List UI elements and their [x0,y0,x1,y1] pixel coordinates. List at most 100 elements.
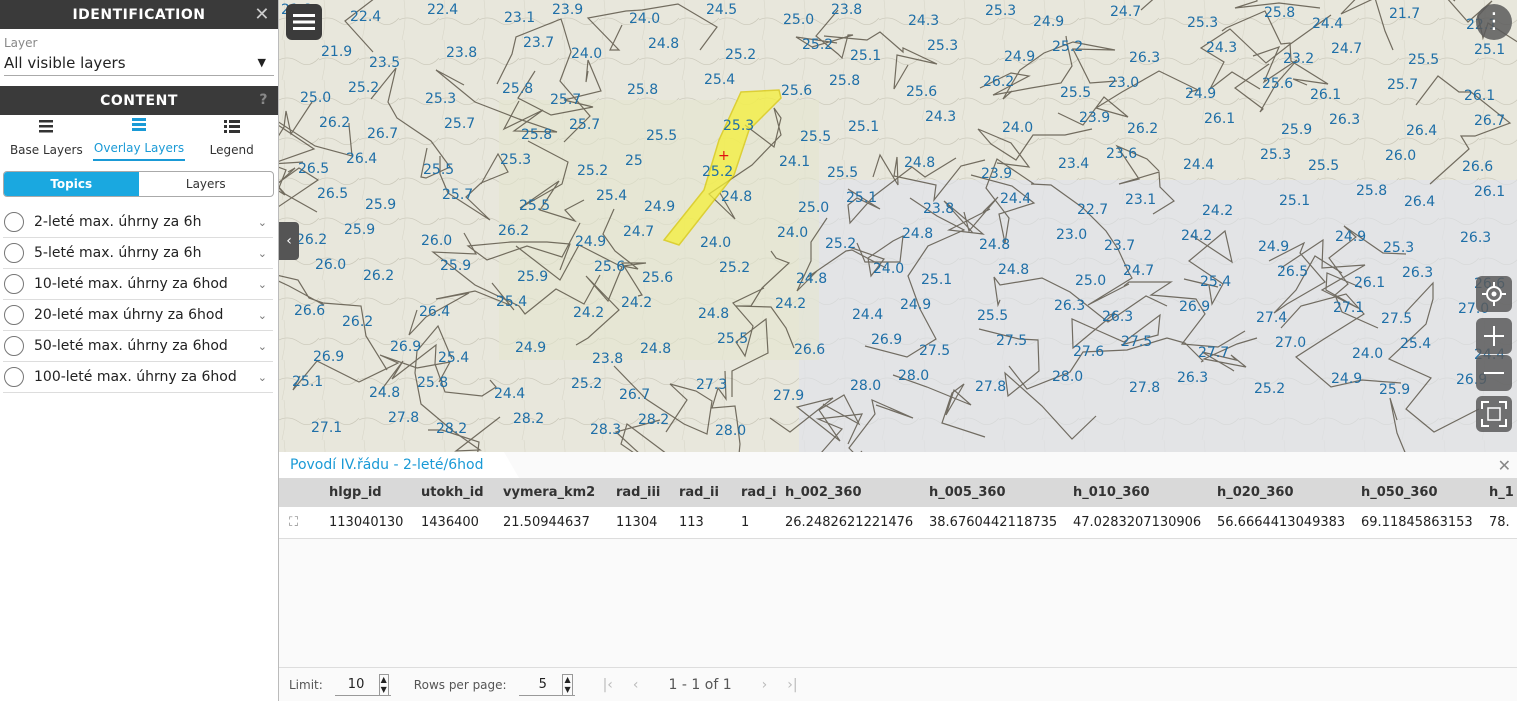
column-header[interactable]: rad_iii [616,485,679,500]
map-value-label: 24.2 [1202,203,1234,219]
column-header[interactable]: vymera_km2 [503,485,616,500]
map-value-label: 25.5 [1408,52,1440,68]
column-header[interactable]: h_010_360 [1073,485,1217,500]
map-value-label: 26.3 [1102,309,1134,325]
topic-item[interactable]: 10-leté max. úhrny za 6hod ⌄ [3,269,273,300]
map-value-label: 25.0 [1075,273,1107,289]
zoom-in-button[interactable] [1476,318,1512,354]
radio-button[interactable] [4,336,24,356]
tab-base-layers[interactable]: Base Layers [0,115,93,161]
layer-label: Layer [4,36,38,50]
segment-topics[interactable]: Topics [4,172,139,196]
chevron-down-icon[interactable]: ⌄ [258,309,267,322]
radio-button[interactable] [4,367,24,387]
radio-button[interactable] [4,274,24,294]
zoom-out-button[interactable] [1476,355,1512,391]
column-header[interactable]: h_050_360 [1361,485,1489,500]
chevron-down-icon[interactable]: ⌄ [258,278,267,291]
radio-button[interactable] [4,305,24,325]
map-value-label: 25.1 [921,272,953,288]
map-value-label: 24.9 [1185,86,1217,102]
map-value-label: 27.1 [311,420,343,436]
table-row[interactable]: ⛶ 113040130 1436400 21.50944637 11304 113 1 26.… [279,507,1517,539]
map-value-label: 23.1 [504,10,536,26]
map-value-label: 24.0 [873,261,905,277]
column-header[interactable]: h_005_360 [929,485,1073,500]
menu-button[interactable] [286,4,322,40]
map-value-label: 23.0 [1056,227,1088,243]
chevron-down-icon[interactable]: ⌄ [258,216,267,229]
column-header[interactable]: h_1 [1489,485,1517,500]
map-value-label: 24.9 [1258,239,1290,255]
topic-item[interactable]: 5-leté max. úhrny za 6h ⌄ [3,238,273,269]
spinner-arrows-icon[interactable]: ▲ ▼ [562,673,573,696]
map-value-label: 24.3 [1206,40,1238,56]
first-page-icon[interactable]: |‹ [603,677,613,693]
map-value-label: 24.8 [648,36,680,52]
map-value-label: 26.3 [1177,370,1209,386]
topic-label: 50-leté max. úhrny za 6hod [34,338,228,354]
topic-item[interactable]: 100-leté max. úhrny za 6hod ⌄ [3,362,273,393]
radio-button[interactable] [4,212,24,232]
locate-button[interactable] [1476,276,1512,312]
content-title: CONTENT [100,92,178,109]
map-value-label: 24.5 [706,2,738,18]
last-page-icon[interactable]: ›| [787,677,797,693]
close-icon[interactable]: ✕ [254,4,270,25]
chevron-down-icon[interactable]: ⌄ [258,371,267,384]
next-page-icon[interactable]: › [762,677,768,693]
map-value-label: 25.7 [550,92,582,108]
column-header[interactable]: rad_ii [679,485,741,500]
map-value-label: 24.9 [515,340,547,356]
map-value-label: 28.2 [436,421,468,437]
map-value-label: 27.8 [1129,380,1161,396]
map-value-label: 26.1 [1204,111,1236,127]
more-options-button[interactable]: ⋮ [1476,4,1512,40]
close-icon[interactable]: ✕ [1498,456,1511,475]
column-header[interactable]: h_002_360 [785,485,929,500]
map-value-label: 26.6 [1462,159,1494,175]
chevron-down-icon[interactable]: ⌄ [258,340,267,353]
chevron-down-icon[interactable]: ⌄ [258,247,267,260]
map-value-label: 25.4 [704,72,736,88]
map[interactable]: + 21.822.422.423.123.924.024.525.023.824… [279,0,1517,478]
map-value-label: 24.8 [369,385,401,401]
map-value-label: 25.8 [627,82,659,98]
prev-page-icon[interactable]: ‹ [633,677,639,693]
attribute-table-tab[interactable]: Povodí IV.řádu - 2-leté/6hod [279,452,519,478]
segment-layers[interactable]: Layers [139,172,274,196]
limit-input[interactable]: 10 ▲ ▼ [334,673,391,696]
spinner-arrows-icon[interactable]: ▲ ▼ [378,673,389,696]
column-header[interactable]: hlgp_id [329,485,421,500]
layer-select[interactable]: All visible layers ▼ [4,50,274,76]
map-value-label: 25.3 [1383,240,1415,256]
topic-item[interactable]: 20-leté max úhrny za 6hod ⌄ [3,300,273,331]
help-icon[interactable]: ? [259,92,268,108]
collapse-panel-button[interactable]: ‹ [279,222,299,260]
map-value-label: 24.1 [779,154,811,170]
column-header[interactable]: h_020_360 [1217,485,1361,500]
map-value-label: 25.2 [802,37,834,53]
column-header[interactable]: rad_i [741,485,785,500]
fullscreen-button[interactable] [1476,396,1512,432]
map-value-label: 24.4 [1183,157,1215,173]
map-value-label: 25.2 [725,47,757,63]
tab-overlay-layers[interactable]: Overlay Layers [92,115,186,161]
map-value-label: 25.5 [519,198,551,214]
rows-per-page-input[interactable]: 5 ▲ ▼ [518,673,575,696]
zoom-to-feature-icon[interactable]: ⛶ [279,515,329,530]
column-header[interactable]: utokh_id [421,485,503,500]
table-cell: 38.6760442118735 [929,515,1058,530]
map-value-label: 24.7 [1331,41,1363,57]
map-value-label: 24.3 [908,13,940,29]
map-value-label: 25.5 [423,162,455,178]
table-cell: 26.2482621221476 [785,515,914,530]
map-value-label: 23.8 [592,351,624,367]
radio-button[interactable] [4,243,24,263]
tab-legend[interactable]: Legend [185,115,278,161]
map-value-label: 25.6 [1262,76,1294,92]
chevron-left-icon: ‹ [286,233,292,249]
topic-item[interactable]: 2-leté max. úhrny za 6h ⌄ [3,207,273,238]
topic-item[interactable]: 50-leté max. úhrny za 6hod ⌄ [3,331,273,362]
map-value-label: 24.8 [904,155,936,171]
